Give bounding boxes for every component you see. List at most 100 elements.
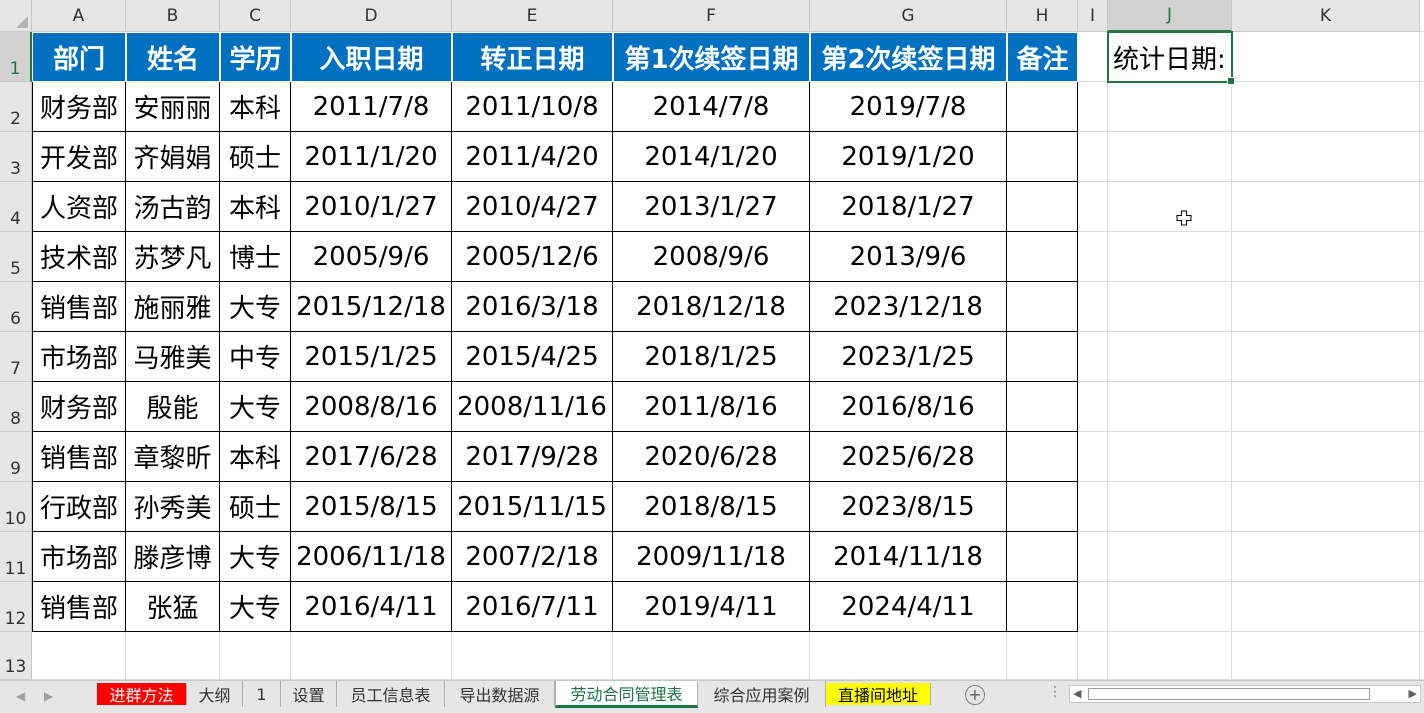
table-cell[interactable]: 施丽雅 bbox=[126, 282, 220, 332]
table-cell[interactable]: 2023/8/15 bbox=[810, 482, 1007, 532]
table-cell[interactable]: 中专 bbox=[220, 332, 291, 382]
table-cell[interactable]: 2011/8/16 bbox=[613, 382, 810, 432]
row-header-4[interactable]: 4 bbox=[0, 182, 32, 232]
table-cell[interactable]: 2011/1/20 bbox=[291, 132, 452, 182]
row-header-13[interactable]: 13 bbox=[0, 632, 32, 680]
column-header-b[interactable]: B bbox=[126, 0, 220, 32]
table-cell[interactable] bbox=[1007, 182, 1078, 232]
table-cell[interactable]: 2014/7/8 bbox=[613, 82, 810, 132]
table-cell[interactable]: 滕彦博 bbox=[126, 532, 220, 582]
table-cell[interactable]: 2008/11/16 bbox=[452, 382, 613, 432]
table-cell[interactable] bbox=[1007, 482, 1078, 532]
row-header-5[interactable]: 5 bbox=[0, 232, 32, 282]
prev-sheet-icon[interactable]: ◀ bbox=[16, 689, 25, 703]
column-header-k[interactable]: K bbox=[1232, 0, 1420, 32]
table-cell[interactable] bbox=[1007, 532, 1078, 582]
column-header-i[interactable]: I bbox=[1078, 0, 1108, 32]
horizontal-scrollbar[interactable]: ◀ ▶ bbox=[1069, 685, 1421, 703]
table-header-cell[interactable]: 转正日期 bbox=[452, 32, 613, 82]
table-cell[interactable]: 本科 bbox=[220, 82, 291, 132]
table-cell[interactable]: 2006/11/18 bbox=[291, 532, 452, 582]
table-cell[interactable]: 2011/10/8 bbox=[452, 82, 613, 132]
table-cell[interactable]: 2005/12/6 bbox=[452, 232, 613, 282]
next-sheet-icon[interactable]: ▶ bbox=[44, 689, 53, 703]
table-cell[interactable]: 人资部 bbox=[32, 182, 126, 232]
table-cell[interactable]: 2018/1/27 bbox=[810, 182, 1007, 232]
column-header-a[interactable]: A bbox=[32, 0, 126, 32]
table-cell[interactable]: 大专 bbox=[220, 382, 291, 432]
table-cell[interactable]: 大专 bbox=[220, 532, 291, 582]
table-cell[interactable]: 2007/2/18 bbox=[452, 532, 613, 582]
table-header-cell[interactable]: 学历 bbox=[220, 32, 291, 82]
sheet-tab[interactable]: 1 bbox=[243, 681, 281, 707]
table-header-cell[interactable]: 入职日期 bbox=[291, 32, 452, 82]
table-header-cell[interactable]: 备注 bbox=[1007, 32, 1078, 82]
row-header-3[interactable]: 3 bbox=[0, 132, 32, 182]
table-cell[interactable]: 市场部 bbox=[32, 332, 126, 382]
table-cell[interactable] bbox=[1007, 232, 1078, 282]
table-cell[interactable]: 行政部 bbox=[32, 482, 126, 532]
table-cell[interactable]: 2008/9/6 bbox=[613, 232, 810, 282]
sheet-tab[interactable]: 导出数据源 bbox=[445, 681, 555, 707]
table-cell[interactable]: 财务部 bbox=[32, 382, 126, 432]
table-cell[interactable] bbox=[1007, 432, 1078, 482]
table-cell[interactable]: 财务部 bbox=[32, 82, 126, 132]
table-cell[interactable]: 市场部 bbox=[32, 532, 126, 582]
table-cell[interactable]: 本科 bbox=[220, 182, 291, 232]
scroll-left-icon[interactable]: ◀ bbox=[1073, 687, 1081, 700]
table-cell[interactable]: 2011/4/20 bbox=[452, 132, 613, 182]
table-cell[interactable]: 博士 bbox=[220, 232, 291, 282]
table-cell[interactable]: 销售部 bbox=[32, 282, 126, 332]
table-cell[interactable]: 2009/11/18 bbox=[613, 532, 810, 582]
column-header-f[interactable]: F bbox=[613, 0, 810, 32]
table-cell[interactable]: 2015/11/15 bbox=[452, 482, 613, 532]
table-cell[interactable]: 殷能 bbox=[126, 382, 220, 432]
row-header-11[interactable]: 11 bbox=[0, 532, 32, 582]
column-header-h[interactable]: H bbox=[1007, 0, 1078, 32]
table-cell[interactable]: 2020/6/28 bbox=[613, 432, 810, 482]
table-cell[interactable]: 2023/1/25 bbox=[810, 332, 1007, 382]
sheet-tab[interactable]: 大纲 bbox=[187, 681, 243, 707]
table-cell[interactable]: 2016/3/18 bbox=[452, 282, 613, 332]
table-cell[interactable]: 2019/1/20 bbox=[810, 132, 1007, 182]
table-cell[interactable]: 2018/1/25 bbox=[613, 332, 810, 382]
table-cell[interactable]: 2017/6/28 bbox=[291, 432, 452, 482]
table-cell[interactable]: 2008/8/16 bbox=[291, 382, 452, 432]
table-cell[interactable]: 大专 bbox=[220, 582, 291, 632]
table-cell[interactable]: 2019/7/8 bbox=[810, 82, 1007, 132]
sheet-tab[interactable]: 直播间地址 bbox=[826, 683, 931, 705]
table-cell[interactable]: 马雅美 bbox=[126, 332, 220, 382]
table-cell[interactable]: 2017/9/28 bbox=[452, 432, 613, 482]
table-cell[interactable]: 章黎昕 bbox=[126, 432, 220, 482]
table-header-cell[interactable]: 姓名 bbox=[126, 32, 220, 82]
table-cell[interactable]: 硕士 bbox=[220, 482, 291, 532]
column-header-e[interactable]: E bbox=[452, 0, 613, 32]
row-header-9[interactable]: 9 bbox=[0, 432, 32, 482]
table-cell[interactable]: 2010/4/27 bbox=[452, 182, 613, 232]
table-cell[interactable] bbox=[1007, 332, 1078, 382]
table-header-cell[interactable]: 第1次续签日期 bbox=[613, 32, 810, 82]
table-cell[interactable]: 2014/1/20 bbox=[613, 132, 810, 182]
table-cell[interactable]: 硕士 bbox=[220, 132, 291, 182]
table-cell[interactable]: 孙秀美 bbox=[126, 482, 220, 532]
table-cell[interactable]: 技术部 bbox=[32, 232, 126, 282]
table-cell[interactable]: 2013/9/6 bbox=[810, 232, 1007, 282]
row-header-12[interactable]: 12 bbox=[0, 582, 32, 632]
sheet-tab[interactable]: 设置 bbox=[281, 681, 337, 707]
row-header-8[interactable]: 8 bbox=[0, 382, 32, 432]
table-header-cell[interactable]: 部门 bbox=[32, 32, 126, 82]
column-header-j[interactable]: J bbox=[1108, 0, 1232, 32]
table-cell[interactable]: 本科 bbox=[220, 432, 291, 482]
scroll-right-icon[interactable]: ▶ bbox=[1409, 687, 1417, 700]
table-cell[interactable] bbox=[1007, 132, 1078, 182]
table-cell[interactable]: 2016/4/11 bbox=[291, 582, 452, 632]
table-cell[interactable]: 开发部 bbox=[32, 132, 126, 182]
sheet-tab[interactable]: 员工信息表 bbox=[337, 681, 445, 707]
table-cell[interactable]: 2018/12/18 bbox=[613, 282, 810, 332]
selected-cell-j1[interactable]: 统计日期: bbox=[1107, 31, 1235, 85]
column-header-g[interactable]: G bbox=[810, 0, 1007, 32]
table-cell[interactable]: 销售部 bbox=[32, 582, 126, 632]
column-header-d[interactable]: D bbox=[291, 0, 452, 32]
sheet-tab[interactable]: 劳动合同管理表 bbox=[555, 681, 698, 708]
table-cell[interactable]: 2011/7/8 bbox=[291, 82, 452, 132]
